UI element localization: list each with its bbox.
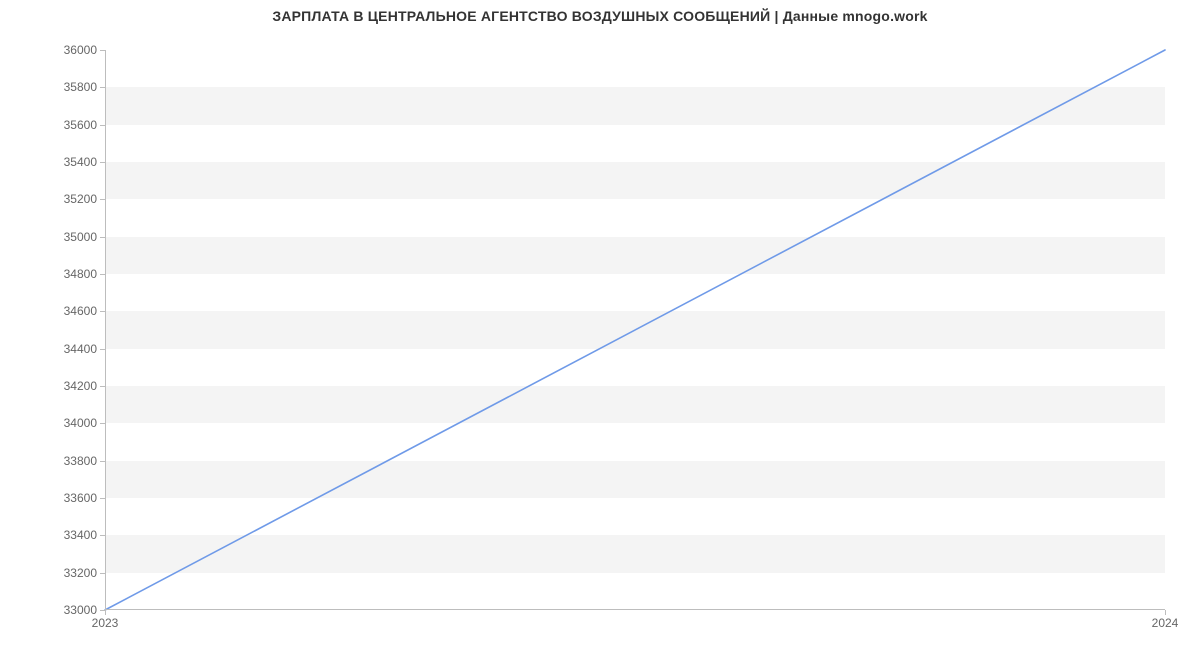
x-axis (105, 609, 1165, 610)
y-tick-label: 33400 (64, 528, 105, 542)
y-tick-mark (100, 349, 105, 350)
y-tick-mark (100, 535, 105, 536)
y-tick-label: 33800 (64, 454, 105, 468)
y-tick-mark (100, 498, 105, 499)
y-tick-label: 34600 (64, 304, 105, 318)
y-tick-mark (100, 461, 105, 462)
y-tick-label: 35000 (64, 230, 105, 244)
series-line (105, 50, 1165, 610)
y-tick-mark (100, 50, 105, 51)
y-tick-label: 35600 (64, 118, 105, 132)
y-tick-mark (100, 311, 105, 312)
y-tick-label: 34800 (64, 267, 105, 281)
y-tick-mark (100, 274, 105, 275)
y-tick-label: 34000 (64, 416, 105, 430)
y-tick-mark (100, 386, 105, 387)
y-tick-label: 34200 (64, 379, 105, 393)
y-tick-mark (100, 237, 105, 238)
chart-line-svg (105, 50, 1165, 610)
y-tick-mark (100, 423, 105, 424)
y-tick-label: 35200 (64, 192, 105, 206)
y-tick-mark (100, 573, 105, 574)
x-tick-mark (1165, 610, 1166, 615)
chart-container: ЗАРПЛАТА В ЦЕНТРАЛЬНОЕ АГЕНТСТВО ВОЗДУШН… (0, 0, 1200, 650)
y-tick-mark (100, 125, 105, 126)
y-tick-mark (100, 162, 105, 163)
x-tick-mark (105, 610, 106, 615)
y-tick-mark (100, 87, 105, 88)
y-axis (105, 50, 106, 610)
y-tick-label: 36000 (64, 43, 105, 57)
y-tick-mark (100, 199, 105, 200)
chart-title: ЗАРПЛАТА В ЦЕНТРАЛЬНОЕ АГЕНТСТВО ВОЗДУШН… (0, 8, 1200, 24)
y-tick-label: 33600 (64, 491, 105, 505)
y-tick-label: 33200 (64, 566, 105, 580)
y-tick-label: 35800 (64, 80, 105, 94)
y-tick-label: 34400 (64, 342, 105, 356)
y-tick-label: 35400 (64, 155, 105, 169)
plot-area: 3300033200334003360033800340003420034400… (105, 50, 1165, 610)
